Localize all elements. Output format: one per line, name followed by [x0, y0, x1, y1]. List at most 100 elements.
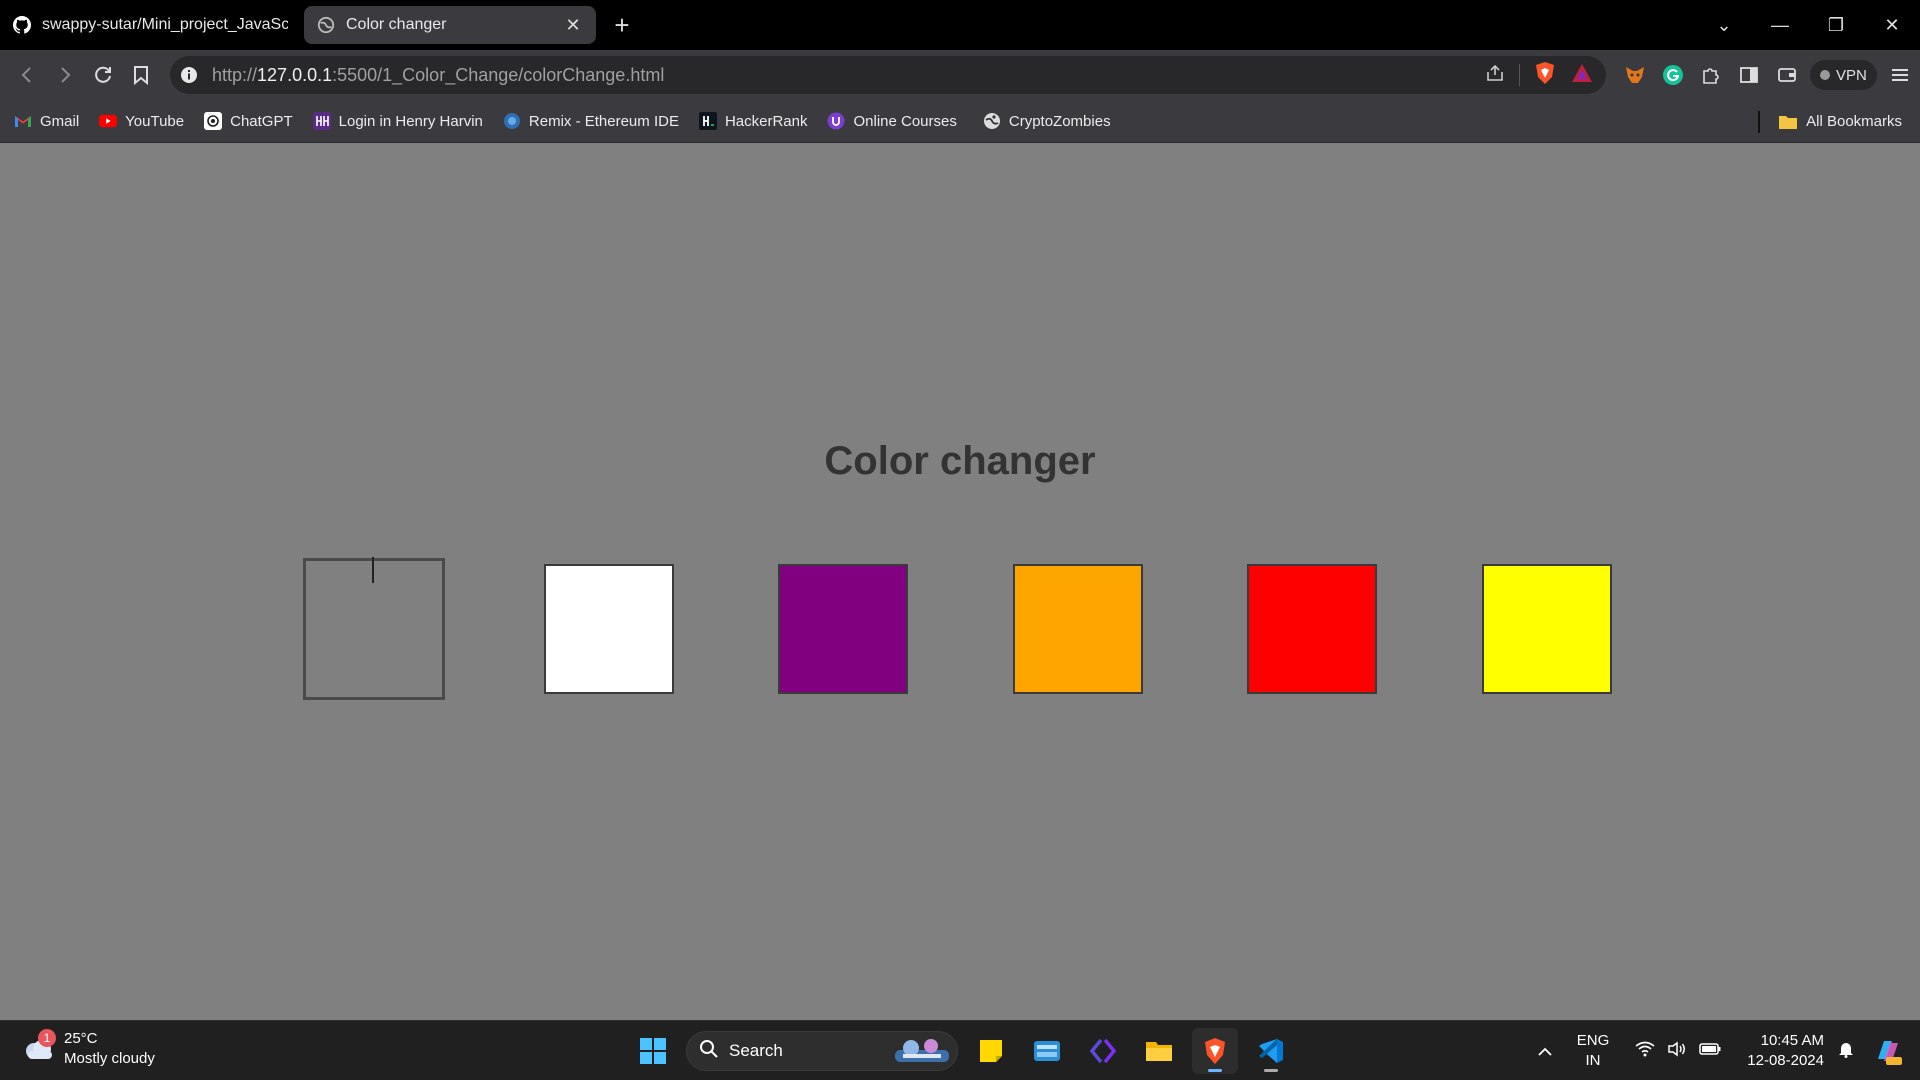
- restore-icon[interactable]: ❐: [1808, 0, 1864, 50]
- swatch-red[interactable]: [1247, 564, 1377, 694]
- tab-color-changer[interactable]: Color changer ✕: [304, 6, 596, 44]
- back-icon[interactable]: [8, 56, 46, 94]
- windows-start-icon[interactable]: [630, 1028, 676, 1074]
- brave-rewards-icon[interactable]: [1570, 62, 1594, 89]
- cryptozombies-icon: [983, 112, 1001, 130]
- henry-harvin-icon: [312, 112, 331, 130]
- search-highlight-icon: [893, 1036, 951, 1066]
- bookmark-cryptozombies[interactable]: CryptoZombies: [983, 112, 1111, 130]
- github-icon: [12, 15, 32, 35]
- share-icon[interactable]: [1485, 63, 1505, 88]
- swatch-grey[interactable]: [303, 558, 445, 700]
- swatch-purple[interactable]: [778, 564, 908, 694]
- code-app-icon[interactable]: [1080, 1028, 1126, 1074]
- address-bar[interactable]: http://127.0.0.1:5500/1_Color_Change/col…: [170, 56, 1606, 94]
- taskbar-search[interactable]: Search: [686, 1031, 958, 1071]
- weather-temp: 25°C: [64, 1030, 98, 1047]
- search-label: Search: [729, 1041, 783, 1060]
- url-text: http://127.0.0.1:5500/1_Color_Change/col…: [212, 65, 664, 86]
- page-content: Color changer: [0, 144, 1920, 1020]
- bookmark-youtube[interactable]: YouTube: [99, 112, 184, 130]
- courses-icon: [827, 112, 845, 130]
- bookmark-hackerrank[interactable]: HackerRank: [698, 112, 808, 130]
- copilot-icon[interactable]: [1872, 1035, 1904, 1067]
- url-host: 127.0.0.1: [257, 64, 333, 85]
- show-hidden-icons-icon[interactable]: [1537, 1041, 1553, 1062]
- weather-widget[interactable]: 1 25°C Mostly cloudy: [20, 1029, 155, 1069]
- vscode-icon[interactable]: [1248, 1028, 1294, 1074]
- page-title: Color changer: [824, 439, 1096, 483]
- quick-settings[interactable]: [1635, 1041, 1721, 1062]
- bookmark-label: Gmail: [40, 112, 80, 130]
- browser-toolbar: http://127.0.0.1:5500/1_Color_Change/col…: [0, 50, 1920, 100]
- bookmark-chatgpt[interactable]: ChatGPT: [204, 112, 293, 130]
- new-tab-button[interactable]: +: [604, 7, 640, 43]
- tab-strip: swappy-sutar/Mini_project_JavaScript Col…: [0, 0, 1920, 50]
- text-cursor: [372, 557, 374, 583]
- bookmark-label: Online Courses: [853, 112, 957, 130]
- tab-title: swappy-sutar/Mini_project_JavaScript: [42, 16, 288, 33]
- menu-icon[interactable]: [1885, 60, 1915, 90]
- vpn-status-icon: [1820, 70, 1830, 80]
- folder-icon: [1778, 114, 1798, 130]
- site-info-icon[interactable]: [170, 56, 208, 94]
- chatgpt-icon: [204, 112, 223, 130]
- swatch-orange[interactable]: [1013, 564, 1143, 694]
- language-line2: IN: [1585, 1052, 1601, 1069]
- bookmark-remix[interactable]: Remix - Ethereum IDE: [503, 112, 679, 130]
- keyboard-app-icon[interactable]: [1024, 1028, 1070, 1074]
- brave-browser-icon[interactable]: [1192, 1028, 1238, 1074]
- tab-github[interactable]: swappy-sutar/Mini_project_JavaScript: [0, 6, 300, 44]
- sticky-notes-icon[interactable]: [968, 1028, 1014, 1074]
- all-bookmarks-button[interactable]: All Bookmarks: [1758, 100, 1902, 143]
- bookmark-label: CryptoZombies: [1008, 112, 1111, 130]
- clock-date: 12-08-2024: [1747, 1052, 1824, 1069]
- minimize-icon[interactable]: —: [1752, 0, 1808, 50]
- language-indicator[interactable]: ENG IN: [1577, 1031, 1610, 1071]
- file-explorer-icon[interactable]: [1136, 1028, 1182, 1074]
- swatch-white[interactable]: [544, 564, 674, 694]
- bookmark-online-courses[interactable]: Online Courses: [827, 112, 957, 130]
- system-tray: ENG IN 10:45 AM 12-08-2024: [1537, 1021, 1920, 1080]
- url-scheme: http://: [212, 64, 258, 85]
- bookmark-label: HackerRank: [724, 112, 808, 130]
- weather-badge: 1: [38, 1029, 56, 1047]
- window-controls: ⌄ — ❐ ✕: [1696, 0, 1920, 50]
- taskbar: 1 25°C Mostly cloudy Search ENG IN 10:45…: [0, 1020, 1920, 1080]
- close-window-icon[interactable]: ✕: [1864, 0, 1920, 50]
- remix-icon: [503, 112, 521, 130]
- notification-bell-icon[interactable]: [1838, 1040, 1854, 1063]
- clock[interactable]: 10:45 AM 12-08-2024: [1747, 1031, 1824, 1071]
- reload-icon[interactable]: [84, 56, 122, 94]
- sidebar-icon[interactable]: [1734, 60, 1764, 90]
- bookmark-icon[interactable]: [122, 56, 160, 94]
- active-indicator: [1208, 1069, 1222, 1072]
- brave-shields-icon[interactable]: [1534, 61, 1556, 90]
- globe-icon: [316, 15, 336, 35]
- close-tab-icon[interactable]: ✕: [562, 14, 584, 36]
- tab-title: Color changer: [346, 16, 447, 33]
- metamask-icon[interactable]: [1620, 60, 1650, 90]
- bookmark-gmail[interactable]: Gmail: [14, 112, 79, 130]
- swatch-yellow[interactable]: [1482, 564, 1612, 694]
- wallet-icon[interactable]: [1772, 60, 1802, 90]
- divider: [1519, 64, 1520, 86]
- language-line1: ENG: [1576, 1032, 1610, 1049]
- extensions-puzzle-icon[interactable]: [1696, 60, 1726, 90]
- tab-search-icon[interactable]: ⌄: [1696, 0, 1752, 50]
- grammarly-icon[interactable]: [1658, 60, 1688, 90]
- gmail-icon: [14, 112, 32, 130]
- url-path: :5500/1_Color_Change/colorChange.html: [332, 64, 665, 85]
- address-bar-actions: [1485, 56, 1594, 94]
- bookmark-label: YouTube: [125, 112, 185, 130]
- forward-icon[interactable]: [46, 56, 84, 94]
- battery-icon: [1699, 1042, 1721, 1060]
- weather-condition: Mostly cloudy: [64, 1050, 155, 1067]
- all-bookmarks-label: All Bookmarks: [1806, 113, 1902, 130]
- taskbar-center: Search: [630, 1027, 1294, 1075]
- wifi-icon: [1635, 1041, 1655, 1062]
- vpn-button[interactable]: VPN: [1810, 60, 1877, 90]
- bookmark-henry-harvin[interactable]: Login in Henry Harvin: [312, 112, 483, 130]
- cloud-icon: 1: [20, 1029, 56, 1067]
- bookmark-label: Remix - Ethereum IDE: [528, 112, 679, 130]
